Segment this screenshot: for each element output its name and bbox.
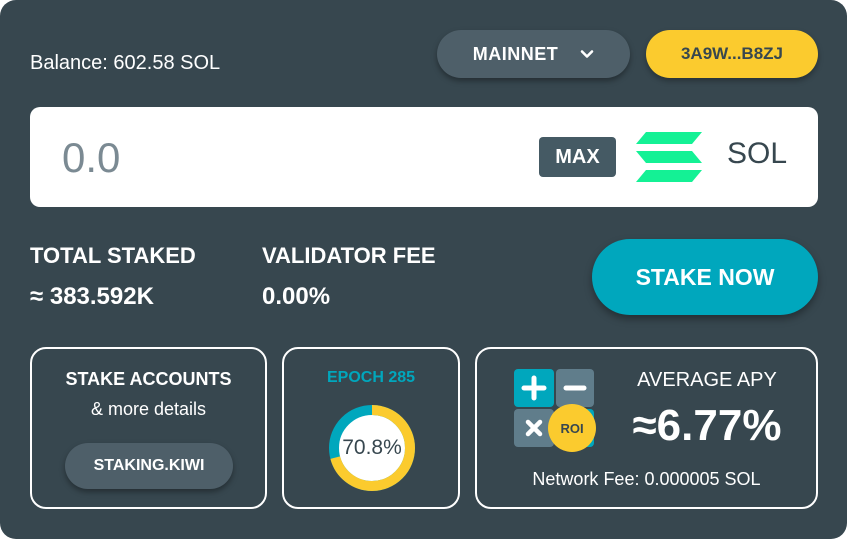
amount-input[interactable] bbox=[60, 129, 484, 187]
amount-box: MAX SOL bbox=[30, 107, 818, 207]
network-label: MAINNET bbox=[472, 43, 559, 64]
total-staked-value: ≈ 383.592K bbox=[30, 283, 154, 310]
network-selector-button[interactable]: MAINNET bbox=[437, 30, 630, 78]
chevron-down-icon bbox=[580, 50, 594, 58]
stake-accounts-panel: STAKE ACCOUNTS & more details STAKING.KI… bbox=[30, 347, 267, 509]
epoch-label: EPOCH 285 bbox=[326, 369, 416, 386]
solana-logo-icon bbox=[636, 132, 702, 182]
network-fee-text: Network Fee: 0.000005 SOL bbox=[532, 469, 761, 489]
epoch-panel: EPOCH 285 70.8% bbox=[282, 347, 460, 509]
staking-widget: Balance: 602.58 SOL MAINNET 3A9W...B8ZJ … bbox=[0, 0, 847, 539]
total-staked-label: TOTAL STAKED bbox=[30, 243, 196, 268]
stake-accounts-subtitle: & more details bbox=[90, 399, 207, 419]
max-button[interactable]: MAX bbox=[539, 137, 616, 177]
average-apy-value: ≈6.77% bbox=[632, 401, 782, 450]
roi-calculator-icon: ROI bbox=[514, 369, 596, 452]
stake-accounts-title: STAKE ACCOUNTS bbox=[65, 369, 232, 389]
roi-badge-text: ROI bbox=[560, 421, 583, 436]
validator-fee-label: VALIDATOR FEE bbox=[262, 243, 436, 268]
wallet-address-button[interactable]: 3A9W...B8ZJ bbox=[646, 30, 818, 78]
balance-text: Balance: 602.58 SOL bbox=[30, 52, 221, 74]
epoch-progress-text: 70.8% bbox=[342, 436, 402, 459]
staking-kiwi-button[interactable]: STAKING.KIWI bbox=[65, 443, 233, 489]
apy-panel: ROI AVERAGE APY ≈6.77% Network Fee: 0.00… bbox=[475, 347, 818, 509]
average-apy-label: AVERAGE APY bbox=[637, 369, 777, 391]
stake-now-button[interactable]: STAKE NOW bbox=[592, 239, 818, 315]
currency-label: SOL bbox=[727, 137, 788, 170]
validator-fee-value: 0.00% bbox=[262, 283, 331, 310]
